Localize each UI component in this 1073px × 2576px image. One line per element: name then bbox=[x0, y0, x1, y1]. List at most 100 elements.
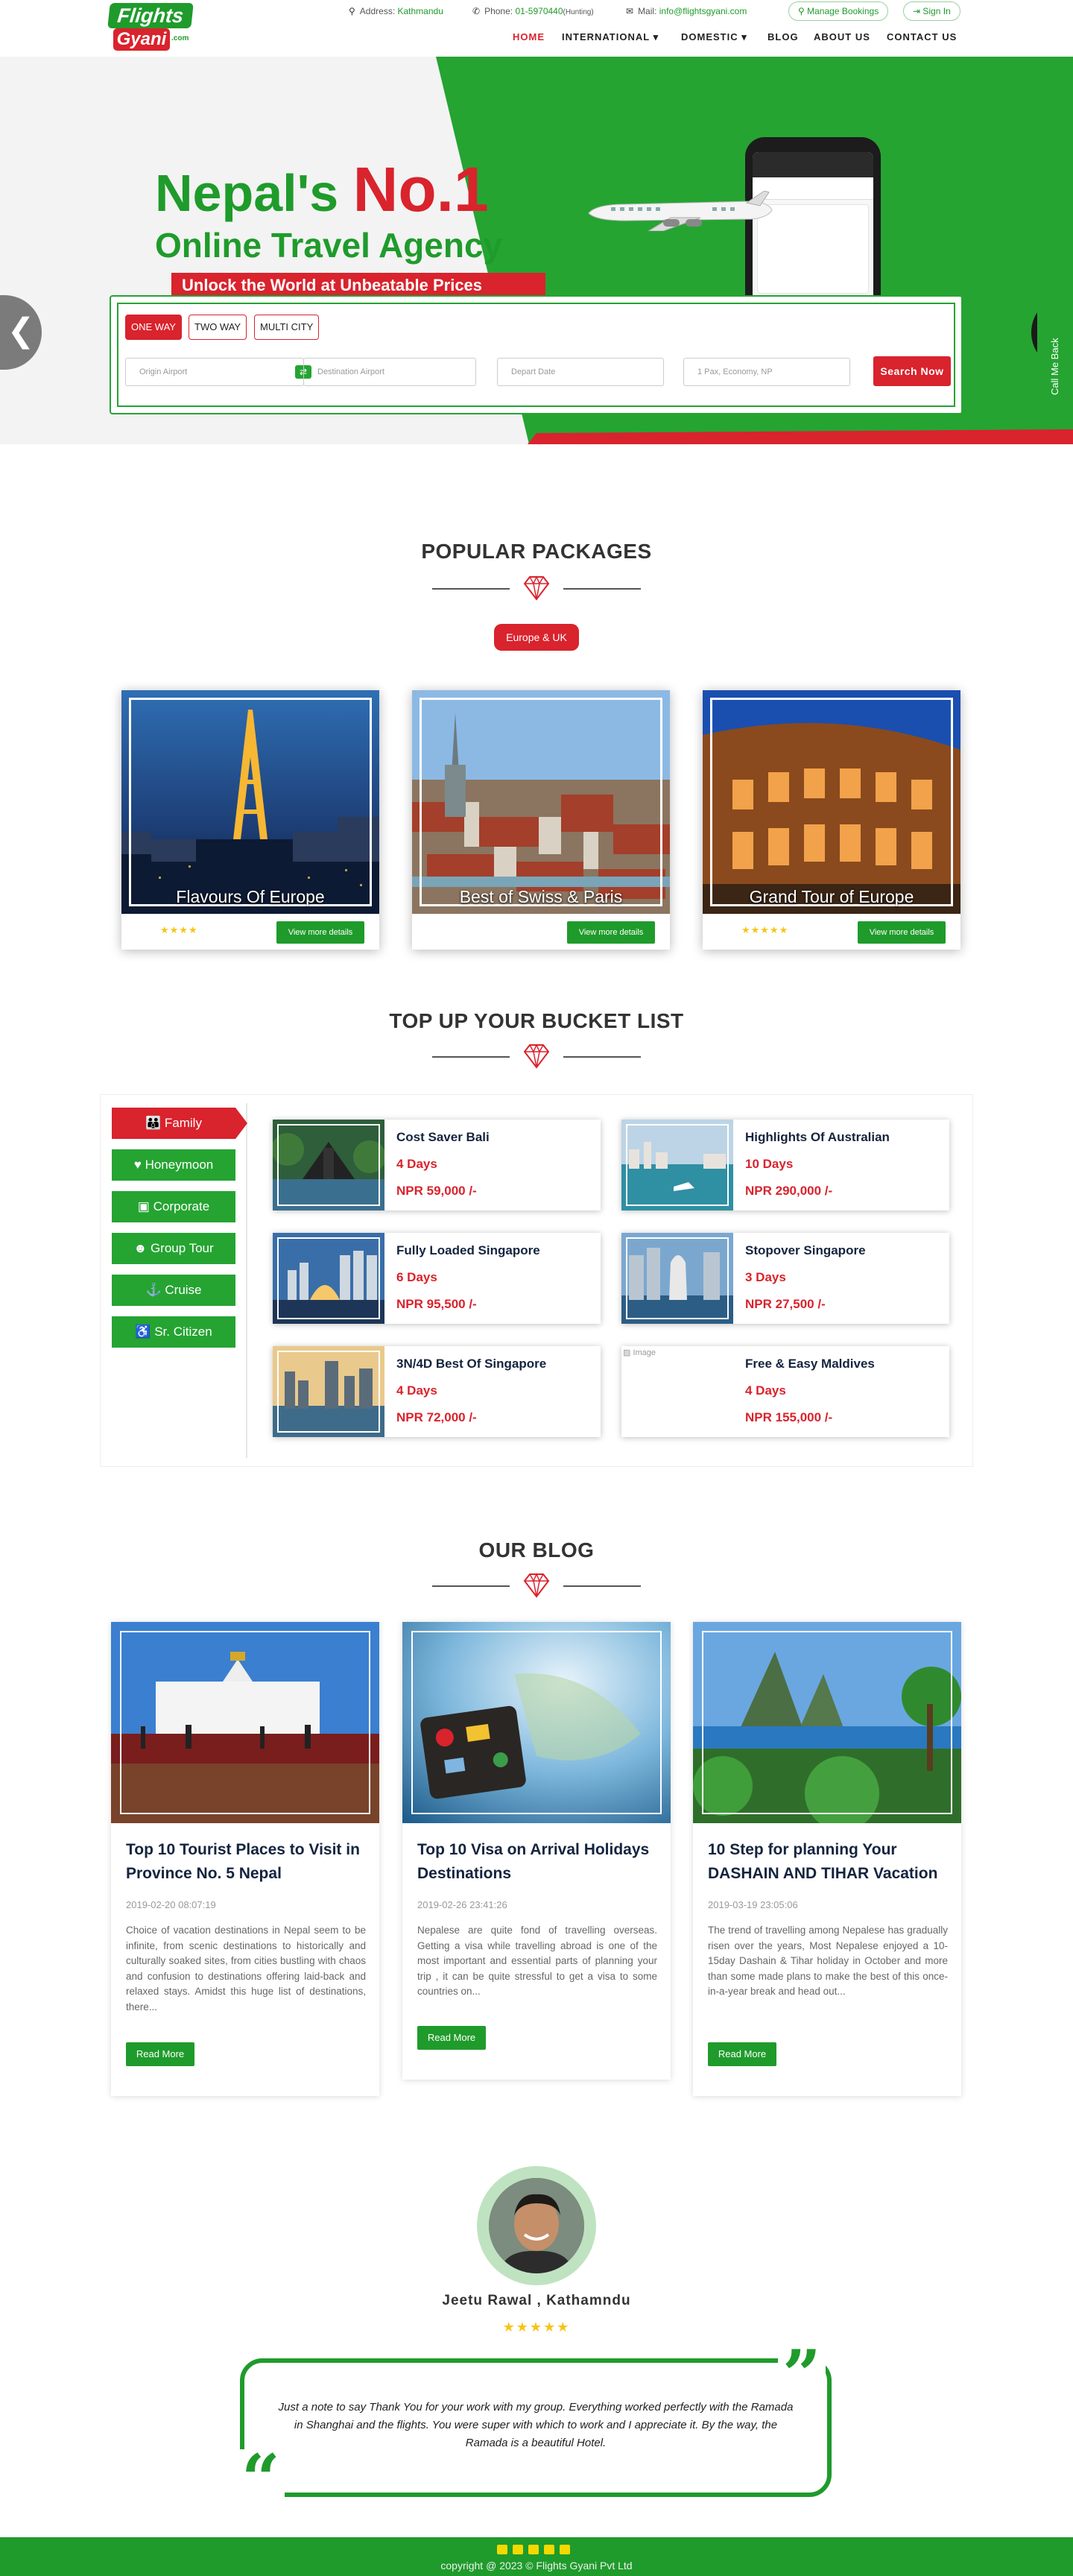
section-divider bbox=[432, 574, 641, 604]
view-details-button[interactable]: View more details bbox=[567, 921, 655, 944]
bucket-item-image bbox=[273, 1346, 384, 1437]
blog-card[interactable]: Top 10 Visa on Arrival Holidays Destinat… bbox=[402, 1622, 671, 2080]
tab-group-tour[interactable]: ☻ Group Tour bbox=[112, 1233, 235, 1264]
rating-stars: ★★★★★ bbox=[741, 924, 789, 935]
instagram-icon[interactable] bbox=[513, 2545, 523, 2554]
bucket-item-price: NPR 59,000 /- bbox=[396, 1184, 477, 1198]
nav-about[interactable]: ABOUT US bbox=[814, 31, 870, 42]
slider-prev-button[interactable]: ❮ bbox=[0, 295, 42, 370]
blog-title[interactable]: Top 10 Visa on Arrival Holidays Destinat… bbox=[417, 1838, 657, 1886]
blog-image bbox=[693, 1622, 961, 1823]
trip-type-one-way[interactable]: ONE WAY bbox=[125, 315, 182, 340]
honeymoon-icon: ♥ bbox=[133, 1158, 145, 1172]
tab-cruise[interactable]: ⚓ Cruise bbox=[112, 1275, 235, 1306]
site-footer: copyright @ 2023 © Flights Gyani Pvt Ltd bbox=[0, 2537, 1073, 2576]
package-card[interactable]: Grand Tour of Europe ★★★★★ View more det… bbox=[703, 690, 960, 950]
blog-title[interactable]: Top 10 Tourist Places to Visit in Provin… bbox=[126, 1838, 366, 1886]
blog-card[interactable]: 10 Step for planning Your DASHAIN AND TI… bbox=[693, 1622, 961, 2096]
flight-search-form: ONE WAY TWO WAY MULTI CITY Origin Airpor… bbox=[110, 295, 963, 414]
youtube-icon[interactable] bbox=[560, 2545, 570, 2554]
avatar bbox=[489, 2178, 584, 2273]
nav-domestic[interactable]: DOMESTIC ▾ bbox=[681, 31, 747, 43]
diamond-icon bbox=[523, 575, 550, 601]
destination-airport-input[interactable]: Destination Airport bbox=[303, 358, 476, 386]
blog-date: 2019-02-20 08:07:19 bbox=[126, 1899, 216, 1910]
passenger-class-select[interactable]: 1 Pax, Economy, NP bbox=[683, 358, 850, 386]
facebook-icon[interactable] bbox=[497, 2545, 507, 2554]
tab-senior-citizen[interactable]: ♿ Sr. Citizen bbox=[112, 1316, 235, 1348]
bucket-item-card[interactable]: 3N/4D Best Of Singapore 4 Days NPR 72,00… bbox=[273, 1346, 601, 1437]
bucket-item-card[interactable]: ▨ Image Free & Easy Maldives 4 Days NPR … bbox=[621, 1346, 949, 1437]
blog-date: 2019-02-26 23:41:26 bbox=[417, 1899, 507, 1910]
bucket-item-days: 3 Days bbox=[745, 1270, 786, 1284]
package-title: Flavours Of Europe bbox=[176, 887, 325, 906]
blog-card[interactable]: Top 10 Tourist Places to Visit in Provin… bbox=[111, 1622, 379, 2096]
view-details-button[interactable]: View more details bbox=[858, 921, 946, 944]
tab-family[interactable]: 👪 Family bbox=[112, 1108, 247, 1139]
blog-title[interactable]: 10 Step for planning Your DASHAIN AND TI… bbox=[708, 1838, 948, 1886]
package-card[interactable]: Flavours Of Europe ★★★★ View more detail… bbox=[121, 690, 379, 950]
tab-honeymoon[interactable]: ♥ Honeymoon bbox=[112, 1149, 235, 1181]
bucket-item-image bbox=[273, 1233, 384, 1324]
bucket-item-title: 3N/4D Best Of Singapore bbox=[396, 1357, 547, 1371]
diamond-icon bbox=[523, 1573, 550, 1598]
blog-image bbox=[111, 1622, 379, 1823]
logo-text-bottom: Gyani bbox=[113, 28, 170, 51]
quote-close-icon: ” bbox=[778, 2341, 826, 2408]
view-details-button[interactable]: View more details bbox=[276, 921, 364, 944]
bucket-item-days: 4 Days bbox=[396, 1157, 437, 1171]
read-more-button[interactable]: Read More bbox=[126, 2042, 194, 2066]
nav-contact[interactable]: CONTACT US bbox=[887, 31, 957, 42]
caret-down-icon: ▾ bbox=[741, 31, 747, 42]
twitter-icon[interactable] bbox=[528, 2545, 539, 2554]
bucket-item-price: NPR 155,000 /- bbox=[745, 1410, 833, 1424]
call-me-back-button[interactable]: Call Me Back bbox=[1037, 291, 1073, 410]
chevron-left-icon: ❮ bbox=[7, 312, 35, 349]
phone-info[interactable]: ✆ Phone: 01-5970440(Hunting) bbox=[472, 6, 594, 16]
bucket-item-card[interactable]: Stopover Singapore 3 Days NPR 27,500 /- bbox=[621, 1233, 949, 1324]
search-icon: ⚲ bbox=[798, 6, 808, 16]
site-header: Flights Gyani .com ⚲ Address: Kathmandu ✆… bbox=[0, 0, 1073, 57]
nav-blog[interactable]: BLOG bbox=[767, 31, 799, 42]
rating-stars: ★★★★★ bbox=[502, 2320, 571, 2334]
section-divider bbox=[432, 1042, 641, 1072]
bucket-item-card[interactable]: Highlights Of Australian 10 Days NPR 290… bbox=[621, 1120, 949, 1210]
sign-in-button[interactable]: ⇥ Sign In bbox=[903, 1, 960, 21]
blog-excerpt: Choice of vacation destinations in Nepal… bbox=[126, 1925, 366, 2012]
group-icon: ☻ bbox=[133, 1241, 151, 1255]
bucket-item-card[interactable]: Fully Loaded Singapore 6 Days NPR 95,500… bbox=[273, 1233, 601, 1324]
testimonial-quote: Just a note to say Thank You for your wo… bbox=[278, 2401, 794, 2449]
mail-info[interactable]: ✉ Mail: info@flightsgyani.com bbox=[626, 6, 747, 16]
site-logo[interactable]: Flights Gyani .com bbox=[107, 3, 194, 52]
package-filter-europe-uk[interactable]: Europe & UK bbox=[494, 624, 579, 651]
manage-bookings-button[interactable]: ⚲ Manage Bookings bbox=[788, 1, 889, 21]
copyright-text: copyright @ 2023 © Flights Gyani Pvt Ltd bbox=[440, 2560, 633, 2572]
nav-home[interactable]: HOME bbox=[513, 31, 545, 42]
bucket-list-heading: TOP UP YOUR BUCKET LIST bbox=[389, 1009, 684, 1032]
cruise-icon: ⚓ bbox=[145, 1283, 165, 1297]
senior-icon: ♿ bbox=[135, 1325, 155, 1339]
bucket-item-card[interactable]: Cost Saver Bali 4 Days NPR 59,000 /- bbox=[273, 1120, 601, 1210]
bucket-item-days: 10 Days bbox=[745, 1157, 794, 1171]
read-more-button[interactable]: Read More bbox=[417, 2026, 486, 2050]
broken-image-icon: ▨ Image bbox=[623, 1348, 656, 1357]
mail-icon: ✉ bbox=[626, 6, 634, 16]
trip-type-two-way[interactable]: TWO WAY bbox=[189, 315, 247, 340]
bucket-item-price: NPR 27,500 /- bbox=[745, 1297, 826, 1311]
blog-excerpt: The trend of travelling among Nepalese h… bbox=[708, 1925, 948, 1997]
bucket-item-price: NPR 72,000 /- bbox=[396, 1410, 477, 1424]
blog-date: 2019-03-19 23:05:06 bbox=[708, 1899, 798, 1910]
skype-icon[interactable] bbox=[544, 2545, 554, 2554]
tab-corporate[interactable]: ▣ Corporate bbox=[112, 1191, 235, 1222]
nav-international[interactable]: INTERNATIONAL ▾ bbox=[562, 31, 659, 43]
bucket-item-title: Fully Loaded Singapore bbox=[396, 1243, 540, 1257]
read-more-button[interactable]: Read More bbox=[708, 2042, 776, 2066]
depart-date-input[interactable]: Depart Date bbox=[497, 358, 664, 386]
airplane-icon bbox=[588, 191, 773, 231]
search-now-button[interactable]: Search Now bbox=[873, 356, 951, 386]
origin-airport-input[interactable]: Origin Airport bbox=[125, 358, 304, 386]
hero-ribbon: Unlock the World at Unbeatable Prices bbox=[171, 273, 545, 298]
package-card[interactable]: Best of Swiss & Paris View more details bbox=[412, 690, 670, 950]
trip-type-multi-city[interactable]: MULTI CITY bbox=[254, 315, 320, 340]
testimonial-author: Jeetu Rawal , Kathamndu bbox=[442, 2293, 631, 2308]
